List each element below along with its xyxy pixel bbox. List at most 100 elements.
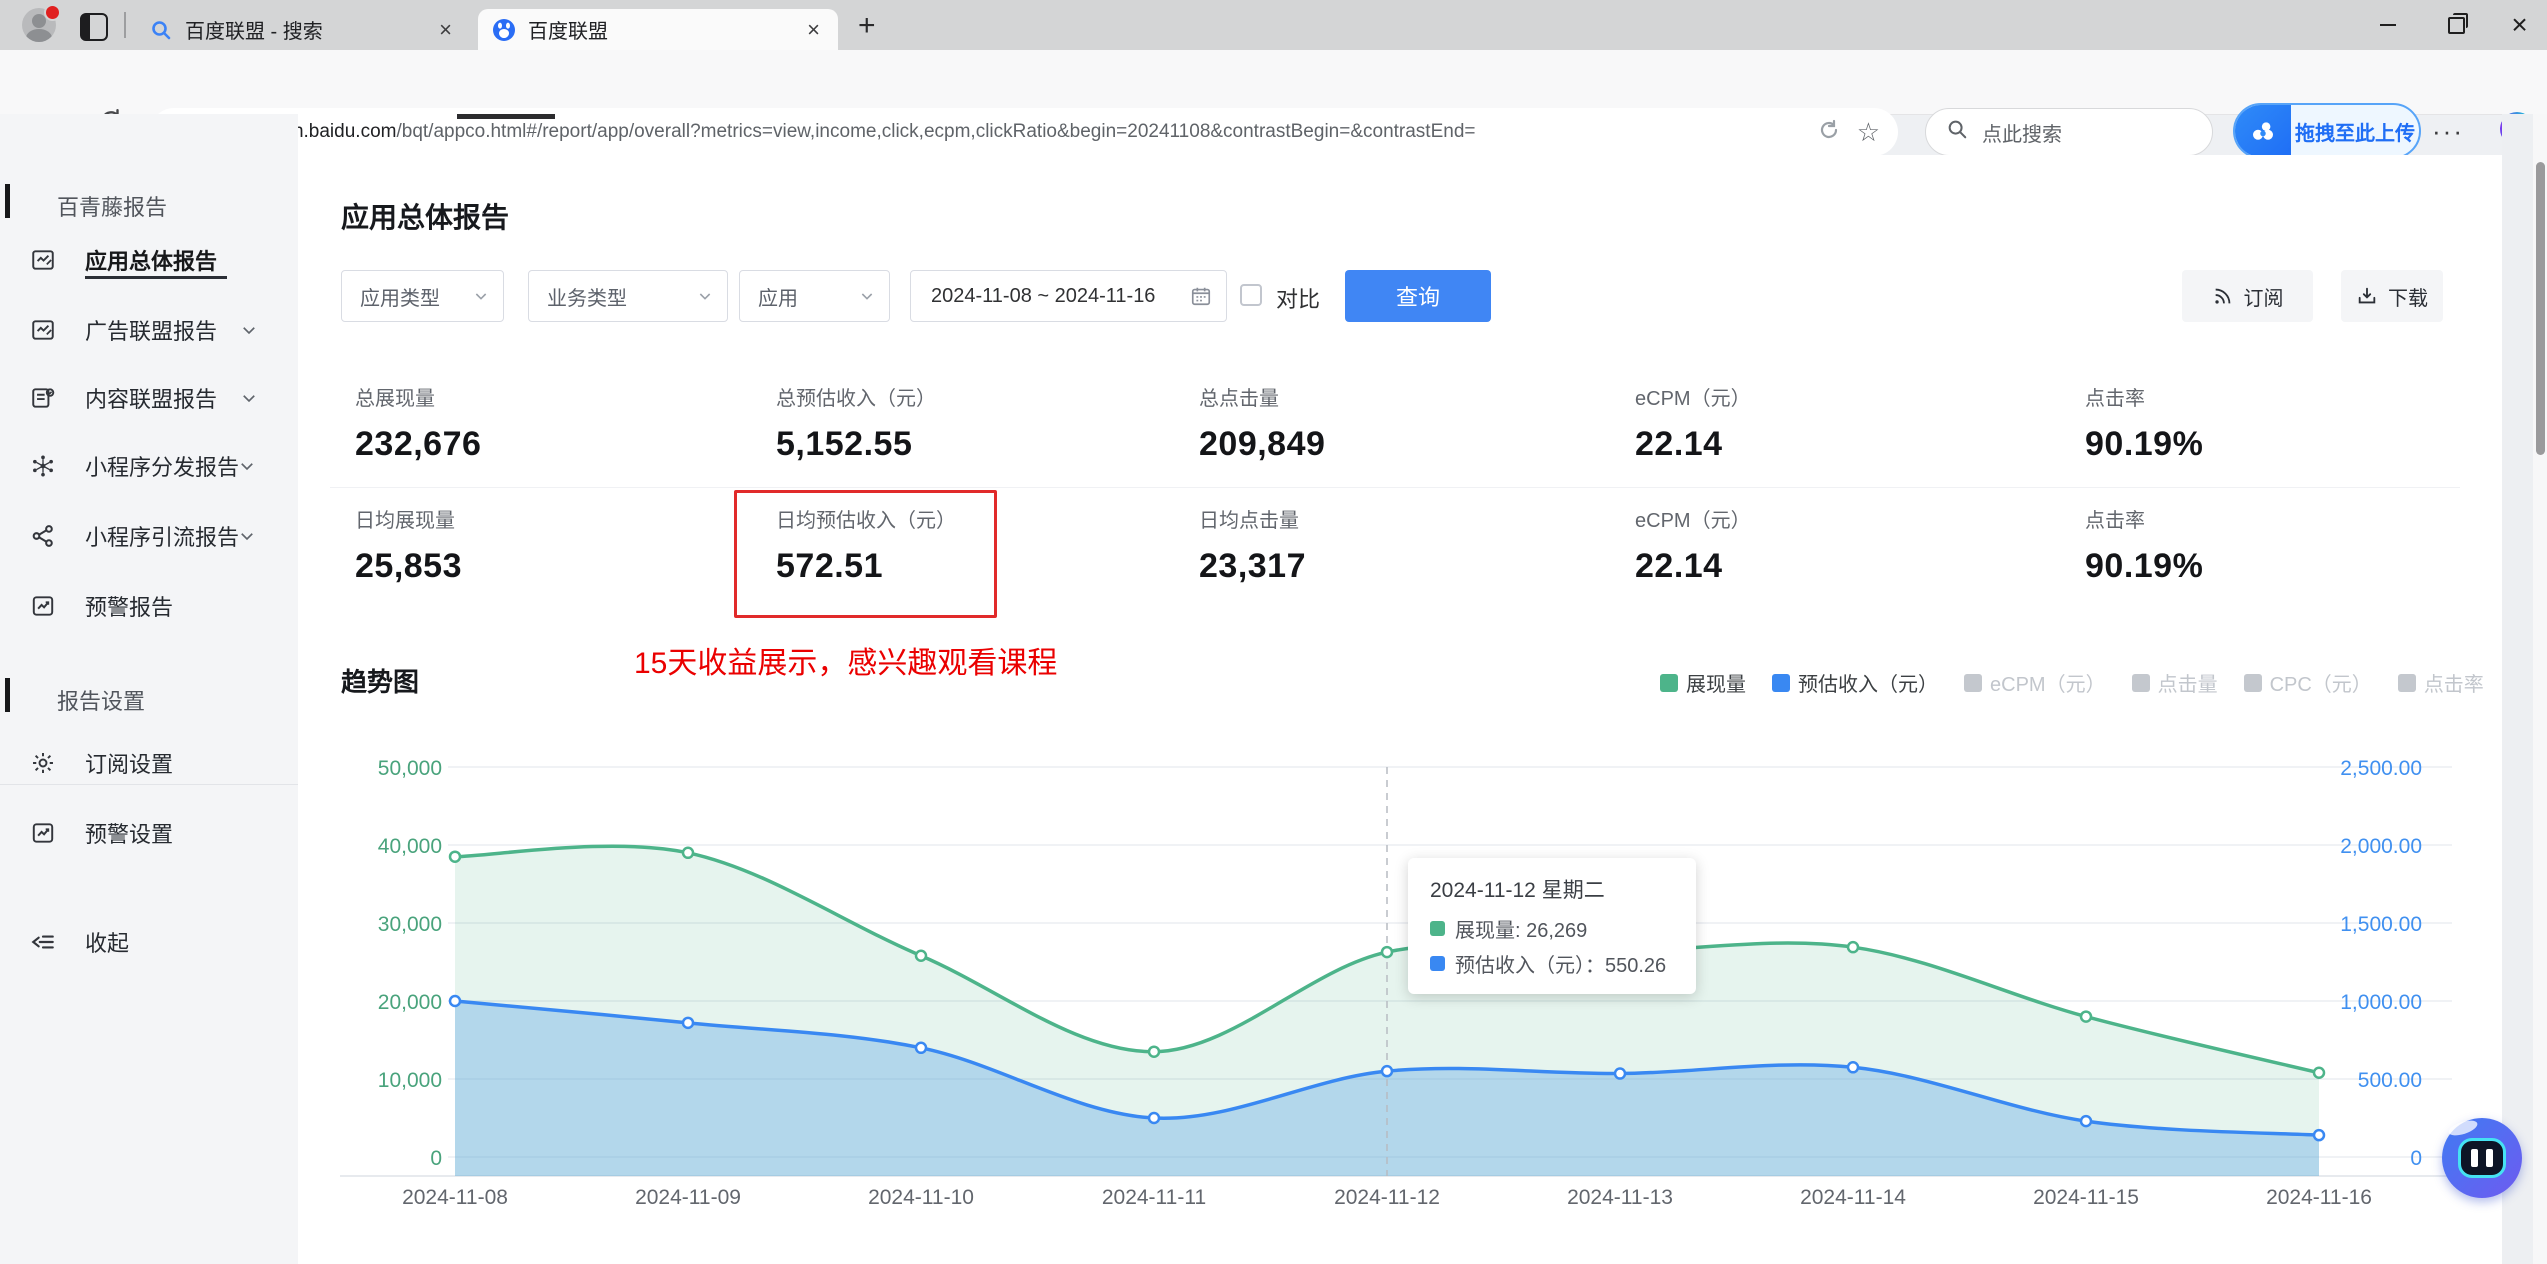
download-icon: [2358, 287, 2376, 304]
recorder-pause-widget[interactable]: [2442, 1117, 2522, 1198]
sidebar-collapse-button[interactable]: 收起: [0, 922, 298, 962]
legend-item[interactable]: CPC（元）: [2243, 668, 2372, 697]
legend-swatch: [1772, 673, 1790, 692]
legend-item[interactable]: 点击率: [2397, 668, 2484, 697]
svg-text:10,000: 10,000: [378, 1069, 442, 1092]
tooltip-row: 展现量: 26,269: [1430, 914, 1674, 943]
svg-text:2024-11-10: 2024-11-10: [868, 1186, 974, 1209]
chevron-down-icon: [475, 293, 487, 300]
baidu-paw-favicon: [492, 18, 516, 42]
highlight-red-box: [734, 490, 997, 618]
legend-swatch: [2243, 673, 2262, 692]
subscribe-button[interactable]: 订阅: [2182, 270, 2313, 322]
page-right-gutter: [2502, 114, 2533, 1264]
upload-label: 拖拽至此上传: [2295, 122, 2415, 145]
svg-text:1,500.00: 1,500.00: [2340, 913, 2422, 936]
stat-card: eCPM（元） 22.14: [1635, 510, 1751, 585]
search-favicon: [149, 18, 173, 42]
tooltip-row: 预估收入（元）：550.26: [1430, 949, 1674, 978]
svg-text:2024-11-16: 2024-11-16: [2266, 1186, 2372, 1209]
legend-item[interactable]: 预估收入（元）: [1772, 668, 1938, 697]
tab-title: 百度联盟: [528, 21, 608, 43]
collapse-icon: [30, 929, 56, 955]
section-marker: [5, 678, 10, 712]
compare-label: 对比: [1276, 287, 1321, 312]
netdisk-upload-button[interactable]: 拖拽至此上传: [2233, 103, 2421, 159]
tab-close-icon[interactable]: ×: [803, 17, 824, 43]
legend-swatch: [2397, 673, 2416, 692]
chart-legend: 展现量 预估收入（元） eCPM（元） 点击量 CPC（元） 点击率: [1660, 668, 2484, 697]
browser-tab-union[interactable]: 百度联盟 ×: [478, 9, 838, 50]
alert-icon: [30, 820, 56, 846]
window-restore-button[interactable]: [2424, 0, 2488, 50]
url-text: https://union.baidu.com/bqt/appco.html#/…: [200, 121, 1476, 142]
business-type-dropdown[interactable]: 业务类型: [528, 270, 728, 322]
browser-menu-icon[interactable]: ···: [2432, 116, 2464, 147]
svg-text:20,000: 20,000: [378, 991, 442, 1014]
page-title: 应用总体报告: [341, 202, 510, 233]
legend-item[interactable]: 点击量: [2131, 668, 2218, 697]
window-minimize-button[interactable]: [2356, 0, 2420, 50]
tab-title: 百度联盟 - 搜索: [185, 21, 323, 43]
tab-search-icon[interactable]: [80, 13, 108, 41]
legend-item[interactable]: eCPM（元）: [1964, 668, 2106, 697]
svg-text:2024-11-09: 2024-11-09: [635, 1186, 741, 1209]
url-bar[interactable]: https://union.baidu.com/bqt/appco.html#/…: [150, 108, 1898, 156]
browser-toolbar: ← https://union.baidu.com/bqt/appco.html…: [0, 50, 2547, 159]
browser-tab-search[interactable]: 百度联盟 - 搜索 ×: [135, 9, 470, 50]
section-marker: [5, 184, 10, 218]
svg-text:40,000: 40,000: [378, 835, 442, 858]
svg-text:2024-11-11: 2024-11-11: [1102, 1186, 1206, 1209]
scrollbar-thumb[interactable]: [2536, 162, 2545, 455]
sidebar-item-content-union-report[interactable]: 内容联盟报告: [0, 378, 298, 418]
svg-text:0: 0: [430, 1147, 442, 1170]
sidebar-item-alert-settings[interactable]: 预警设置: [0, 813, 298, 853]
sidebar-item-overall-report[interactable]: 应用总体报告: [0, 240, 298, 280]
sidebar-item-mini-program-distribute-report[interactable]: 小程序分发报告: [0, 446, 298, 486]
new-tab-button[interactable]: +: [858, 11, 876, 41]
sidebar-item-mini-program-traffic-report[interactable]: 小程序引流报告: [0, 516, 298, 556]
sidebar-item-alert-report[interactable]: 预警报告: [0, 586, 298, 626]
titlebar-separator: [124, 12, 126, 38]
compare-checkbox[interactable]: [1240, 284, 1262, 306]
svg-text:1,000.00: 1,000.00: [2340, 991, 2422, 1014]
favorite-star-icon[interactable]: ☆: [1857, 117, 1880, 148]
netdisk-icon: [2235, 105, 2291, 157]
notification-dot: [44, 4, 61, 21]
browser-titlebar: 百度联盟 - 搜索 × 百度联盟 × + ×: [0, 0, 2547, 50]
alert-icon: [30, 593, 56, 619]
stat-card: 总展现量 232,676: [355, 388, 482, 463]
stat-card: 日均展现量 25,853: [355, 510, 462, 585]
app-dropdown[interactable]: 应用: [739, 270, 890, 322]
distribute-icon: [30, 453, 56, 479]
tab-close-icon[interactable]: ×: [435, 17, 456, 43]
chart-tooltip: 2024-11-12 星期二 展现量: 26,269 预估收入（元）：550.26: [1408, 858, 1696, 994]
app-type-dropdown[interactable]: 应用类型: [341, 270, 504, 322]
download-button[interactable]: 下载: [2341, 270, 2443, 322]
svg-text:500.00: 500.00: [2358, 1069, 2422, 1092]
collapse-label: 收起: [85, 931, 130, 956]
svg-text:2024-11-12: 2024-11-12: [1334, 1186, 1440, 1209]
query-button[interactable]: 查询: [1345, 270, 1491, 322]
svg-text:50,000: 50,000: [378, 757, 442, 780]
svg-text:2024-11-13: 2024-11-13: [1567, 1186, 1673, 1209]
sidebar-item-ad-union-report[interactable]: 广告联盟报告: [0, 310, 298, 350]
active-underline: [85, 276, 227, 279]
red-annotation: 15天收益展示，感兴趣观看课程: [634, 647, 1058, 680]
sidebar-item-subscribe-settings[interactable]: 订阅设置: [0, 743, 298, 783]
window-close-button[interactable]: ×: [2492, 0, 2547, 50]
sync-icon[interactable]: [1817, 118, 1841, 147]
date-range-picker[interactable]: 2024-11-08 ~ 2024-11-16: [910, 270, 1227, 322]
chevron-down-icon: [240, 321, 258, 339]
content-report-icon: [30, 385, 56, 411]
chevron-down-icon: [238, 457, 256, 475]
trend-chart-svg: 50,000 40,000 30,000 20,000 10,000 0 2,500.00 2…: [340, 757, 2460, 1209]
trend-chart[interactable]: 50,000 40,000 30,000 20,000 10,000 0 2,500.00 2…: [330, 742, 2470, 1222]
trend-chart-title: 趋势图: [341, 667, 420, 697]
svg-text:2024-11-14: 2024-11-14: [1800, 1186, 1906, 1209]
stat-card: 点击率 90.19%: [2085, 510, 2204, 585]
quick-search-box[interactable]: 点此搜索: [1925, 108, 2213, 156]
pause-icon: [2458, 1138, 2506, 1178]
legend-item[interactable]: 展现量: [1660, 668, 1746, 697]
search-placeholder: 点此搜索: [1982, 123, 2062, 146]
